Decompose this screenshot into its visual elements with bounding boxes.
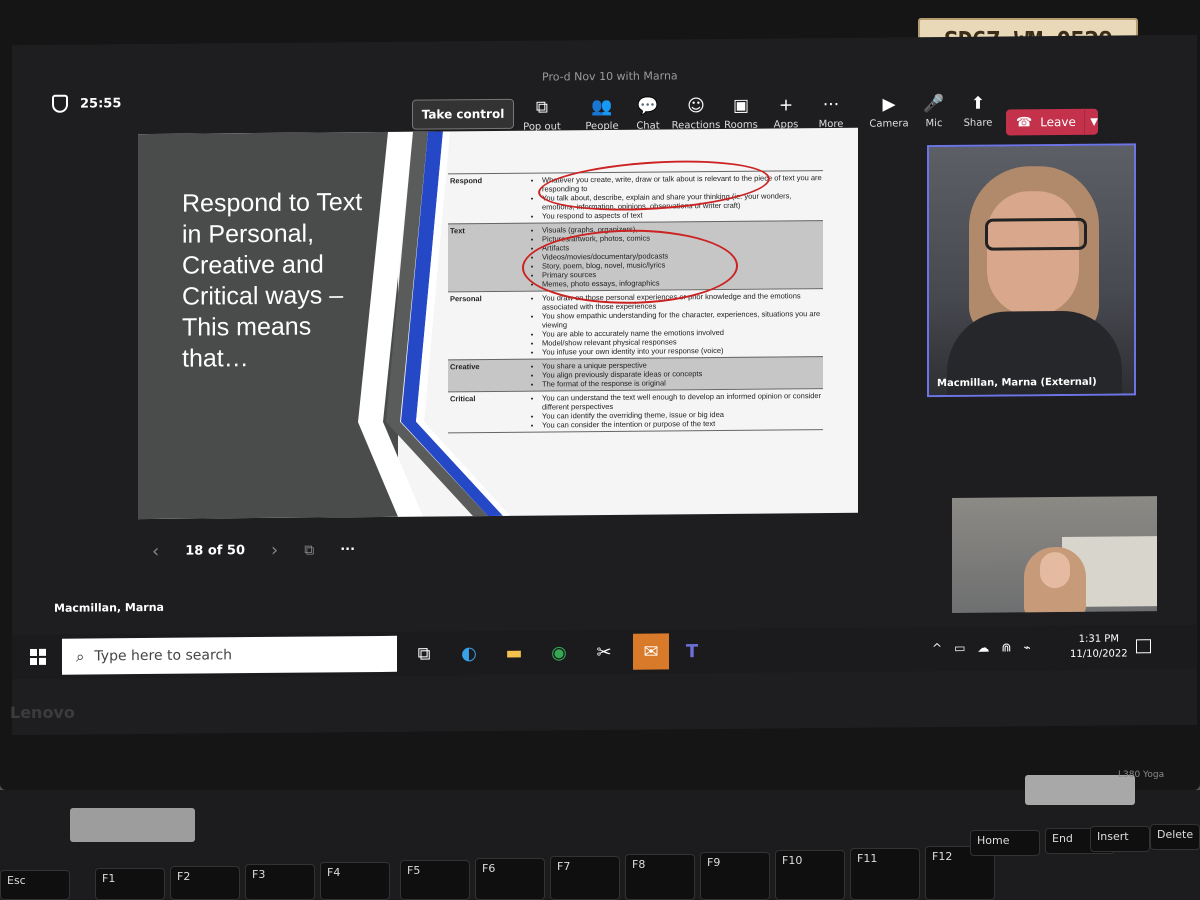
taskbar-clock[interactable]: 1:31 PM 11/10/2022 (1070, 631, 1128, 662)
row-label: Critical (450, 394, 476, 404)
laptop-keyboard: Esc F1 F2 F3 F4 F5 F6 F7 F8 F9 F10 F11 F… (0, 790, 1200, 900)
pen-icon[interactable]: ⌁ (1023, 640, 1030, 654)
taskbar-search-box[interactable]: ⌕ Type here to search (62, 635, 397, 675)
shared-slide: Respond to Text in Personal, Creative an… (138, 127, 858, 520)
tray-overflow-icon[interactable]: ^ (932, 641, 942, 655)
people-icon: 👥 (591, 96, 613, 118)
teams-icon[interactable]: T (678, 637, 706, 665)
row-label: Respond (450, 176, 483, 186)
take-control-button[interactable]: Take control (412, 98, 514, 130)
chat-icon: 💬 (637, 96, 659, 117)
phone-hangup-icon: ☎ (1016, 114, 1033, 130)
laptop-hinge (70, 808, 195, 842)
system-tray: ^ ▭ ☁ ⋒ ⌁ (932, 640, 1031, 655)
share-icon: ⬆ (970, 93, 986, 114)
more-options-icon[interactable]: ··· (340, 542, 355, 557)
tray-app-icon[interactable]: ▭ (954, 641, 965, 655)
key-f6: F6 (475, 858, 545, 900)
next-slide-button[interactable]: › (271, 540, 278, 561)
key-f8: F8 (625, 854, 695, 900)
key-f4: F4 (320, 862, 390, 900)
slide-title: Respond to Text in Personal, Creative an… (182, 188, 363, 373)
people-button[interactable]: 👥 People (576, 96, 628, 132)
laptop-screen: Pro-d Nov 10 with Marna 25:55 Take contr… (12, 34, 1197, 736)
key-f2: F2 (170, 866, 240, 900)
more-button[interactable]: ··· More (805, 94, 857, 130)
timer-text: 25:55 (80, 95, 122, 112)
key-f5: F5 (400, 860, 470, 900)
key-f1: F1 (95, 868, 165, 900)
wifi-icon[interactable]: ⋒ (1001, 640, 1011, 654)
share-button[interactable]: ⬆ Share (952, 93, 1004, 129)
table-row: Creative You share a unique perspectiveY… (448, 356, 823, 392)
row-label: Personal (450, 294, 482, 304)
meeting-title: Pro-d Nov 10 with Marna (542, 69, 678, 84)
model-label: L380 Yoga (1118, 770, 1165, 780)
key-f11: F11 (850, 848, 920, 900)
key-f7: F7 (550, 856, 620, 900)
presenter-name: Macmillan, Marna (54, 600, 164, 615)
file-explorer-icon[interactable]: ▬ (500, 639, 528, 667)
edge-icon[interactable]: ◐ (455, 639, 483, 667)
search-placeholder: Type here to search (94, 647, 233, 665)
key-home: Home (970, 830, 1040, 856)
chat-button[interactable]: 💬 Chat (622, 96, 674, 132)
key-f3: F3 (245, 864, 315, 900)
pop-out-button[interactable]: ⧉ Pop out (516, 97, 568, 132)
row-label: Creative (450, 362, 480, 372)
chevron-down-icon[interactable]: ▼ (1090, 116, 1098, 127)
windows-start-icon[interactable] (30, 648, 46, 666)
more-icon: ··· (822, 94, 840, 116)
row-label: Text (450, 226, 465, 236)
chrome-icon[interactable]: ◉ (545, 638, 573, 666)
pop-out-icon: ⧉ (535, 97, 549, 118)
snip-icon[interactable]: ✂ (590, 638, 618, 666)
lenovo-logo: Lenovo (10, 703, 75, 722)
participant-name-label: Macmillan, Marna (External) (937, 376, 1097, 390)
key-delete: Delete (1150, 824, 1200, 850)
grid-view-icon[interactable]: ⧉ (304, 542, 314, 558)
slide-counter: 18 of 50 (185, 543, 246, 559)
key-insert: Insert (1090, 826, 1150, 852)
table-row: Critical You can understand the text wel… (448, 388, 823, 434)
key-esc: Esc (0, 870, 70, 900)
meeting-timer: 25:55 (52, 94, 121, 113)
prev-slide-button[interactable]: ‹ (152, 541, 159, 562)
outlook-icon[interactable]: ✉ (633, 633, 669, 670)
leave-button[interactable]: ☎ Leave ▼ (1006, 108, 1098, 136)
key-f9: F9 (700, 852, 770, 900)
windows-taskbar: ⌕ Type here to search ⧉ ◐ ▬ ◉ ✂ ✉ T ^ ▭ … (12, 624, 1197, 680)
task-view-icon[interactable]: ⧉ (410, 639, 438, 667)
key-f10: F10 (775, 850, 845, 900)
onedrive-icon[interactable]: ☁ (977, 641, 989, 655)
notification-icon[interactable] (1136, 639, 1151, 654)
clock-time: 1:31 PM (1078, 633, 1119, 645)
search-icon: ⌕ (76, 647, 85, 666)
self-video-preview[interactable] (952, 496, 1157, 613)
clock-date: 11/10/2022 (1070, 648, 1128, 660)
shield-icon (52, 94, 68, 113)
slide-navigation: ‹ 18 of 50 › ⧉ ··· (152, 539, 355, 562)
participant-video-main[interactable]: Macmillan, Marna (External) (927, 143, 1136, 398)
